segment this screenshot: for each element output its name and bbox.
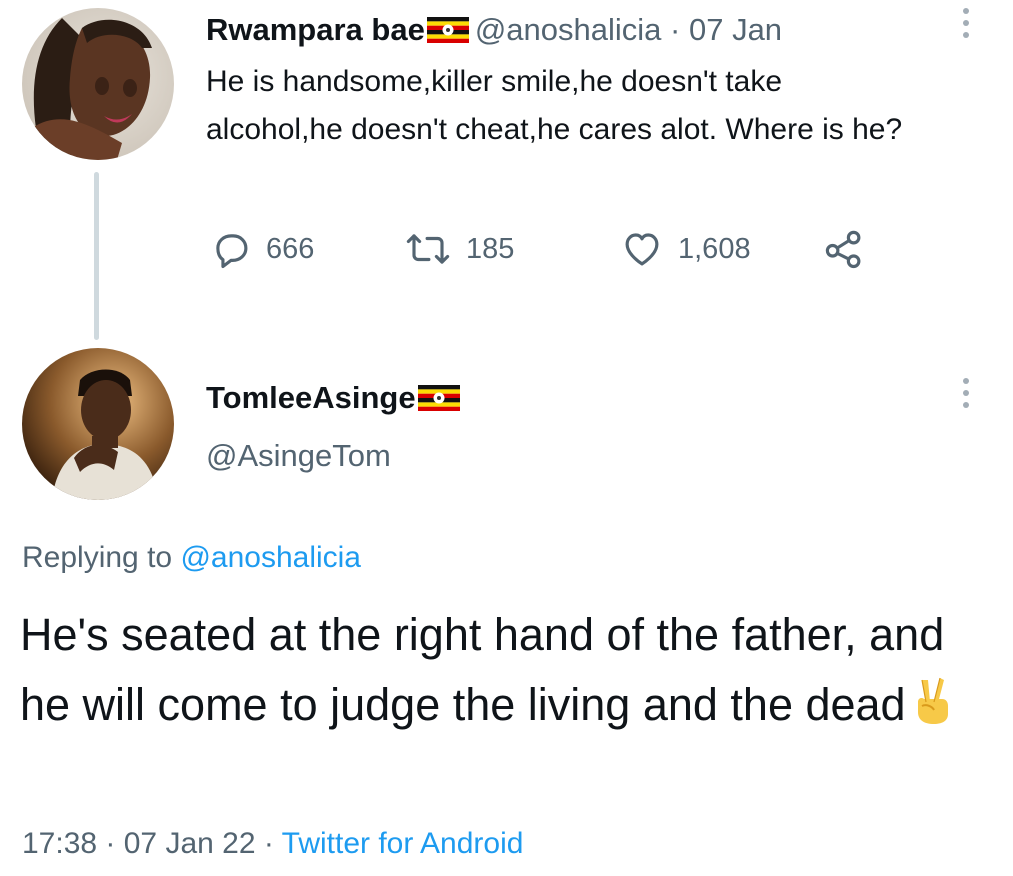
meta-separator: · [97, 827, 124, 860]
replying-to-link[interactable]: @anoshalicia [180, 541, 361, 574]
tweet2-date: 07 Jan 22 [123, 827, 256, 860]
meta-separator: · [255, 827, 282, 860]
retweet-icon [404, 228, 452, 270]
avatar-tomlee-asinge[interactable] [22, 348, 174, 500]
avatar-rwampara-bae[interactable] [22, 8, 174, 160]
more-vertical-icon[interactable] [958, 8, 974, 38]
like-count: 1,608 [678, 232, 751, 265]
tweet2-handle[interactable]: @AsingeTom [206, 436, 391, 476]
replying-to-prefix: Replying to [22, 541, 181, 574]
like-button[interactable]: 1,608 [620, 228, 751, 270]
tweet1-date[interactable]: 07 Jan [689, 10, 782, 50]
tweet2-meta: 17:38 · 07 Jan 22 · Twitter for Android [22, 824, 523, 864]
reply-icon [210, 228, 252, 270]
more-vertical-icon[interactable] [958, 378, 974, 408]
tweet1-handle[interactable]: @anoshalicia [475, 10, 662, 50]
tweet2-source[interactable]: Twitter for Android [282, 827, 524, 860]
tweet2-text-block: He's seated at the right hand of the fat… [20, 600, 980, 746]
tweet1-author-name[interactable]: Rwampara bae [206, 10, 425, 50]
share-icon [822, 228, 866, 270]
tweet1-header: Rwampara bae @anoshalicia · 07 Jan [206, 10, 782, 50]
tweet1-text: He is handsome,killer smile,he doesn't t… [206, 65, 903, 146]
reply-count: 666 [266, 232, 315, 265]
uganda-flag-icon [417, 385, 460, 411]
tweet1-date-separator: · [661, 12, 689, 47]
replying-to: Replying to @anoshalicia [22, 538, 361, 578]
tweet2-time: 17:38 [22, 827, 98, 860]
victory-hand-emoji [910, 676, 954, 746]
uganda-flag-icon [426, 17, 469, 43]
share-button[interactable] [822, 228, 866, 270]
heart-icon [620, 228, 664, 270]
tweet2-header: TomleeAsinge [206, 378, 466, 418]
retweet-count: 185 [466, 232, 515, 265]
tweet2-author-name[interactable]: TomleeAsinge [206, 378, 416, 418]
retweet-button[interactable]: 185 [404, 228, 514, 270]
tweet2-text: He's seated at the right hand of the fat… [20, 609, 945, 730]
thread-line [94, 172, 99, 340]
reply-button[interactable]: 666 [210, 228, 314, 270]
